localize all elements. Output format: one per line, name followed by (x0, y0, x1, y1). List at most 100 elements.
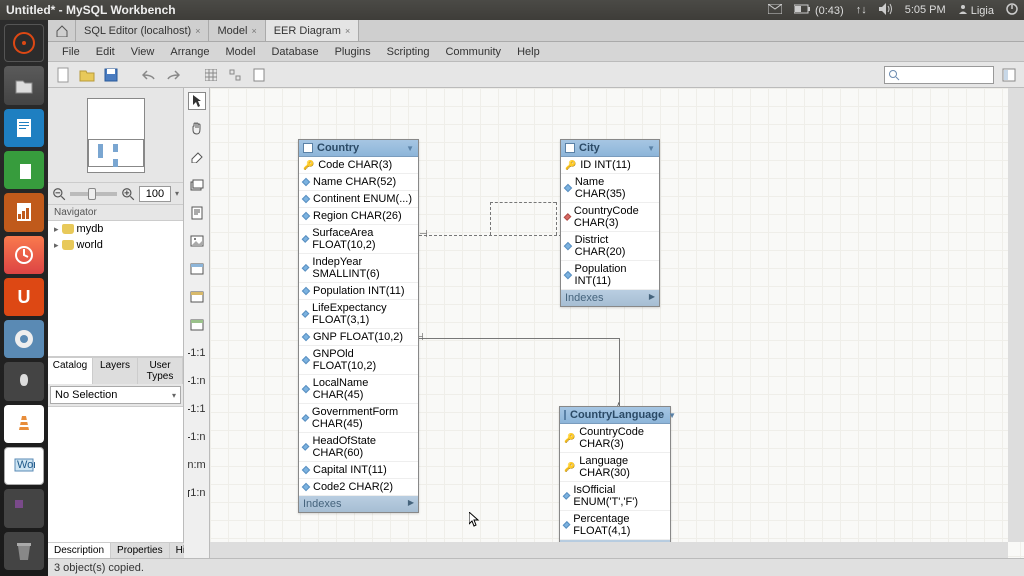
close-icon[interactable]: × (251, 26, 256, 36)
column[interactable]: 🔑Language CHAR(30) (560, 453, 670, 482)
selection-combo[interactable]: No Selection▾ (50, 386, 181, 404)
vertical-scrollbar[interactable] (1008, 88, 1024, 542)
column[interactable]: GNP FLOAT(10,2) (299, 329, 418, 346)
network-icon[interactable]: ↑↓ (856, 4, 867, 16)
expand-icon[interactable]: ▶ (649, 292, 655, 304)
relation-country-city[interactable] (490, 202, 556, 203)
note-tool[interactable] (188, 204, 206, 222)
menu-arrange[interactable]: Arrange (162, 44, 217, 60)
calc-icon[interactable] (4, 151, 44, 189)
menu-database[interactable]: Database (263, 44, 326, 60)
trash-icon[interactable] (4, 532, 44, 570)
clock[interactable]: 5:05 PM (905, 4, 946, 16)
column[interactable]: IndepYear SMALLINT(6) (299, 254, 418, 283)
column[interactable]: LocalName CHAR(45) (299, 375, 418, 404)
column[interactable]: Name CHAR(35) (561, 174, 659, 203)
workbench-icon[interactable]: WorkBench (4, 447, 44, 485)
column[interactable]: IsOfficial ENUM('T','F') (560, 482, 670, 511)
volume-icon[interactable] (879, 3, 893, 18)
column[interactable]: Continent ENUM(...) (299, 191, 418, 208)
column[interactable]: District CHAR(20) (561, 232, 659, 261)
tree-item-world[interactable]: ▸world (48, 237, 183, 253)
indexes-label[interactable]: Indexes (303, 498, 342, 510)
entity-city[interactable]: City▼ 🔑ID INT(11)Name CHAR(35)CountryCod… (560, 139, 660, 307)
minimap[interactable] (87, 98, 145, 173)
new-file-button[interactable] (54, 66, 72, 84)
rel-1-1-nonid-tool[interactable]: 1:1 (188, 344, 206, 362)
tab-user-types[interactable]: User Types (138, 358, 183, 384)
zoom-slider[interactable] (70, 192, 117, 196)
home-tab[interactable] (48, 20, 76, 41)
software-center-icon[interactable]: U (4, 278, 44, 316)
tab-catalog[interactable]: Catalog (48, 358, 93, 384)
workspace-switcher-icon[interactable] (4, 489, 44, 527)
vlc-icon[interactable] (4, 405, 44, 443)
tab-description[interactable]: Description (48, 543, 111, 558)
rel-n-m-tool[interactable]: n:m (188, 456, 206, 474)
tab-properties[interactable]: Properties (111, 543, 170, 558)
user-menu[interactable]: Ligia (958, 4, 994, 17)
close-icon[interactable]: × (345, 26, 350, 36)
menu-scripting[interactable]: Scripting (379, 44, 438, 60)
hand-tool[interactable] (188, 120, 206, 138)
gnome-app-icon[interactable] (4, 362, 44, 400)
writer-icon[interactable] (4, 109, 44, 147)
rel-1-n-nonid-tool[interactable]: 1:n (188, 372, 206, 390)
align-button[interactable] (226, 66, 244, 84)
column[interactable]: Population INT(11) (299, 283, 418, 300)
close-icon[interactable]: × (195, 26, 200, 36)
tab-model[interactable]: Model× (209, 20, 265, 41)
column[interactable]: HeadOfState CHAR(60) (299, 433, 418, 462)
files-icon[interactable] (4, 66, 44, 104)
zoom-out-icon[interactable] (52, 187, 66, 201)
table-tool[interactable] (188, 260, 206, 278)
overview-toggle-button[interactable] (1000, 66, 1018, 84)
eraser-tool[interactable] (188, 148, 206, 166)
menu-edit[interactable]: Edit (88, 44, 123, 60)
chromium-icon[interactable] (4, 320, 44, 358)
entity-countrylanguage[interactable]: CountryLanguage▼ 🔑CountryCode CHAR(3)🔑La… (559, 406, 671, 557)
redo-button[interactable] (164, 66, 182, 84)
collapse-icon[interactable]: ▼ (406, 144, 414, 153)
menu-model[interactable]: Model (218, 44, 264, 60)
tree-item-mydb[interactable]: ▸mydb (48, 221, 183, 237)
column[interactable]: Region CHAR(26) (299, 208, 418, 225)
column[interactable]: 🔑ID INT(11) (561, 157, 659, 174)
column[interactable]: Percentage FLOAT(4,1) (560, 511, 670, 540)
update-icon[interactable] (4, 236, 44, 274)
indexes-label[interactable]: Indexes (565, 292, 604, 304)
relation-country-lang[interactable] (415, 338, 619, 339)
search-input[interactable] (884, 66, 994, 84)
rel-1-1-id-tool[interactable]: 1:1 (188, 400, 206, 418)
rel-place-tool[interactable]: 1:n (188, 484, 206, 502)
view-tool[interactable] (188, 288, 206, 306)
expand-icon[interactable]: ▸ (54, 240, 59, 251)
column[interactable]: GovernmentForm CHAR(45) (299, 404, 418, 433)
impress-icon[interactable] (4, 193, 44, 231)
canvas[interactable]: ≺ ⊣ ⊣ ≺ Country▼ 🔑Code CHAR(3)Name CHAR(… (210, 88, 1024, 558)
tab-eer-diagram[interactable]: EER Diagram× (266, 20, 360, 41)
layer-tool[interactable] (188, 176, 206, 194)
menu-view[interactable]: View (123, 44, 163, 60)
expand-icon[interactable]: ▸ (54, 224, 59, 235)
column[interactable]: Capital INT(11) (299, 462, 418, 479)
column[interactable]: CountryCode CHAR(3) (561, 203, 659, 232)
relation-country-city[interactable] (556, 202, 557, 235)
menu-community[interactable]: Community (437, 44, 509, 60)
column[interactable]: 🔑CountryCode CHAR(3) (560, 424, 670, 453)
column[interactable]: Code2 CHAR(2) (299, 479, 418, 496)
column[interactable]: Population INT(11) (561, 261, 659, 290)
column[interactable]: 🔑Code CHAR(3) (299, 157, 418, 174)
zoom-dropdown-icon[interactable]: ▾ (175, 189, 179, 198)
pointer-tool[interactable] (188, 92, 206, 110)
catalog-tree[interactable]: ▸mydb ▸world (48, 220, 183, 357)
expand-icon[interactable]: ▶ (408, 498, 414, 510)
column[interactable]: Name CHAR(52) (299, 174, 418, 191)
undo-button[interactable] (140, 66, 158, 84)
tab-sql-editor[interactable]: SQL Editor (localhost)× (76, 20, 209, 41)
column[interactable]: LifeExpectancy FLOAT(3,1) (299, 300, 418, 329)
power-icon[interactable] (1006, 3, 1018, 18)
routine-tool[interactable] (188, 316, 206, 334)
battery-indicator[interactable]: (0:43) (794, 4, 844, 17)
collapse-icon[interactable]: ▼ (668, 411, 676, 420)
